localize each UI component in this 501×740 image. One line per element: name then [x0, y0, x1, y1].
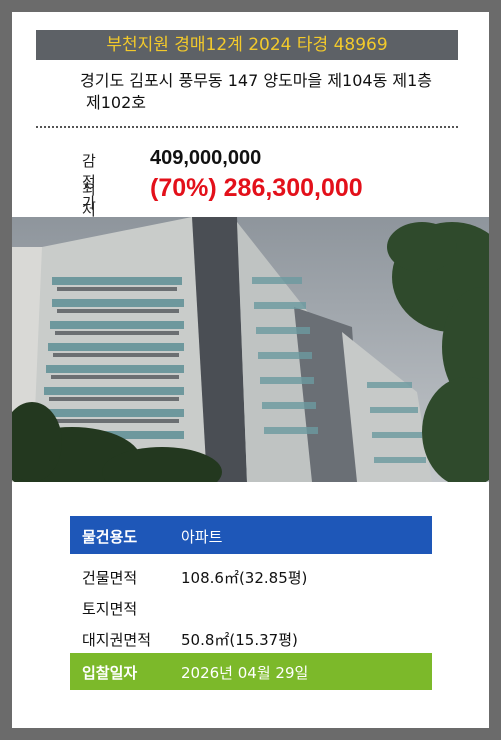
dotted-divider — [36, 126, 458, 128]
detail-row-building-area: 건물면적 108.6㎡(32.85평) — [70, 560, 432, 591]
detail-key: 대지권면적 — [82, 631, 152, 649]
apartment-building-image — [12, 217, 489, 482]
detail-row-land-right-area: 대지권면적 50.8㎡(15.37평) — [70, 622, 432, 653]
detail-key: 토지면적 — [82, 600, 138, 618]
detail-value: 108.6㎡(32.85평) — [181, 569, 308, 587]
detail-row-land-area: 토지면적 — [70, 591, 432, 622]
minimum-value: (70%) 286,300,000 — [150, 174, 363, 202]
address-line-2: 제102호 — [86, 93, 146, 112]
property-photo — [12, 217, 489, 482]
detail-value: 50.8㎡(15.37평) — [181, 631, 298, 649]
appraisal-value: 409,000,000 — [150, 147, 262, 169]
detail-key: 건물면적 — [82, 569, 138, 587]
property-details-table: 물건용도 아파트 건물면적 108.6㎡(32.85평) 토지면적 대지권면적 … — [70, 516, 432, 690]
auction-card: 부천지원 경매12계 2024 타경 48969 경기도 김포시 풍무동 147… — [12, 12, 489, 728]
detail-key: 물건용도 — [82, 528, 138, 546]
detail-row-bid-date: 입찰일자 2026년 04월 29일 — [70, 653, 432, 690]
case-title: 부천지원 경매12계 2024 타경 48969 — [36, 30, 458, 60]
detail-value: 2026년 04월 29일 — [181, 664, 309, 682]
address-line-1: 경기도 김포시 풍무동 147 양도마을 제104동 제1층 — [80, 71, 433, 90]
property-address: 경기도 김포시 풍무동 147 양도마을 제104동 제1층 제102호 — [80, 70, 470, 114]
detail-value: 아파트 — [181, 528, 223, 546]
detail-row-usage: 물건용도 아파트 — [70, 516, 432, 554]
detail-key: 입찰일자 — [82, 664, 138, 682]
